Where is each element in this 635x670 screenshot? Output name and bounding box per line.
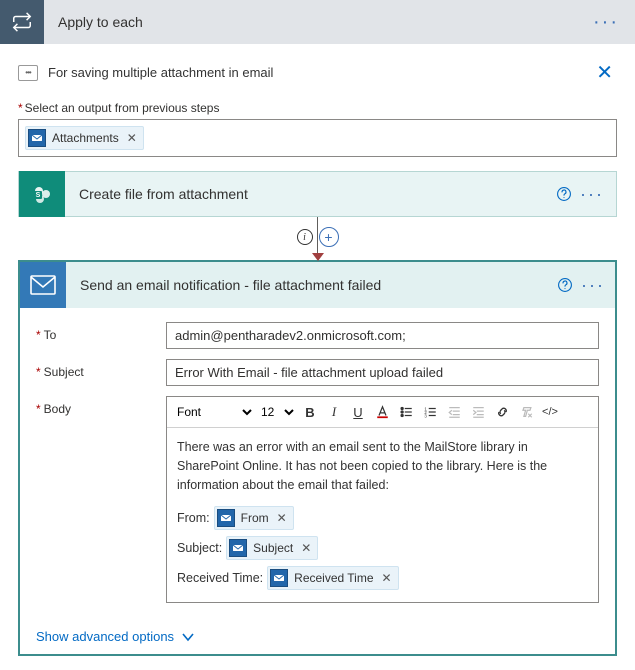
help-icon[interactable] bbox=[554, 184, 574, 204]
email-help-icon[interactable] bbox=[555, 275, 575, 295]
subject-label: *Subject bbox=[36, 359, 166, 379]
apply-to-each-header[interactable]: Apply to each ··· bbox=[0, 0, 635, 44]
token-label: Attachments bbox=[52, 131, 119, 145]
connector: i + bbox=[18, 217, 617, 261]
token-remove-icon[interactable]: ✕ bbox=[301, 539, 311, 557]
create-file-action[interactable]: S Create file from attachment ··· bbox=[18, 171, 617, 217]
mail-icon bbox=[20, 262, 66, 308]
font-select[interactable]: Font bbox=[173, 404, 255, 420]
svg-text:S: S bbox=[36, 192, 41, 199]
body-editor[interactable]: Font 12 B I U 123 bbox=[166, 396, 599, 603]
note-row: ••• For saving multiple attachment in em… bbox=[18, 54, 617, 101]
output-label: *Select an output from previous steps bbox=[18, 101, 617, 115]
note-text: For saving multiple attachment in email bbox=[48, 65, 592, 80]
output-field[interactable]: Attachments ✕ bbox=[18, 119, 617, 157]
sharepoint-icon: S bbox=[19, 171, 65, 217]
chevron-down-icon bbox=[182, 632, 194, 642]
bold-button[interactable]: B bbox=[299, 401, 321, 423]
send-email-title: Send an email notification - file attach… bbox=[66, 277, 555, 293]
create-file-more-menu[interactable]: ··· bbox=[574, 184, 610, 205]
create-file-title: Create file from attachment bbox=[65, 186, 554, 202]
underline-button[interactable]: U bbox=[347, 401, 369, 423]
italic-button[interactable]: I bbox=[323, 401, 345, 423]
send-email-action: Send an email notification - file attach… bbox=[18, 260, 617, 656]
code-view-button[interactable]: </> bbox=[539, 401, 561, 423]
arrow-down-icon bbox=[312, 253, 324, 261]
token-remove-icon[interactable]: ✕ bbox=[382, 569, 392, 587]
token-remove-icon[interactable]: ✕ bbox=[277, 509, 287, 527]
link-button[interactable] bbox=[491, 401, 513, 423]
body-paragraph: There was an error with an email sent to… bbox=[177, 438, 588, 494]
to-input[interactable] bbox=[166, 322, 599, 349]
add-step-button[interactable]: + bbox=[319, 227, 339, 247]
email-more-menu[interactable]: ··· bbox=[575, 275, 611, 296]
body-subject-label: Subject: bbox=[177, 539, 222, 558]
outlook-icon bbox=[217, 509, 235, 527]
attachments-token[interactable]: Attachments ✕ bbox=[25, 126, 144, 150]
clear-format-button[interactable] bbox=[515, 401, 537, 423]
body-content[interactable]: There was an error with an email sent to… bbox=[167, 428, 598, 602]
token-remove-icon[interactable]: ✕ bbox=[127, 131, 137, 145]
body-from-label: From: bbox=[177, 509, 210, 528]
from-token[interactable]: From ✕ bbox=[214, 506, 294, 530]
font-size-select[interactable]: 12 bbox=[257, 404, 297, 420]
bullet-list-button[interactable] bbox=[395, 401, 417, 423]
outlook-icon bbox=[270, 569, 288, 587]
close-icon[interactable]: ✕ bbox=[592, 60, 617, 85]
outdent-button[interactable] bbox=[443, 401, 465, 423]
subject-input[interactable] bbox=[166, 359, 599, 386]
to-label: *To bbox=[36, 322, 166, 342]
header-more-menu[interactable]: ··· bbox=[585, 11, 627, 34]
outlook-icon bbox=[28, 129, 46, 147]
header-title: Apply to each bbox=[44, 14, 585, 30]
svg-text:3: 3 bbox=[424, 413, 427, 418]
body-label: *Body bbox=[36, 396, 166, 416]
indent-button[interactable] bbox=[467, 401, 489, 423]
show-advanced-link[interactable]: Show advanced options bbox=[20, 623, 615, 654]
send-email-header[interactable]: Send an email notification - file attach… bbox=[20, 262, 615, 308]
body-received-label: Received Time: bbox=[177, 569, 263, 588]
received-time-token[interactable]: Received Time ✕ bbox=[267, 566, 398, 590]
number-list-button[interactable]: 123 bbox=[419, 401, 441, 423]
rte-toolbar: Font 12 B I U 123 bbox=[167, 397, 598, 428]
outlook-icon bbox=[229, 539, 247, 557]
info-icon[interactable]: i bbox=[297, 229, 313, 245]
comment-icon: ••• bbox=[18, 65, 38, 81]
font-color-button[interactable] bbox=[371, 401, 393, 423]
loop-icon bbox=[0, 0, 44, 44]
subject-token[interactable]: Subject ✕ bbox=[226, 536, 318, 560]
